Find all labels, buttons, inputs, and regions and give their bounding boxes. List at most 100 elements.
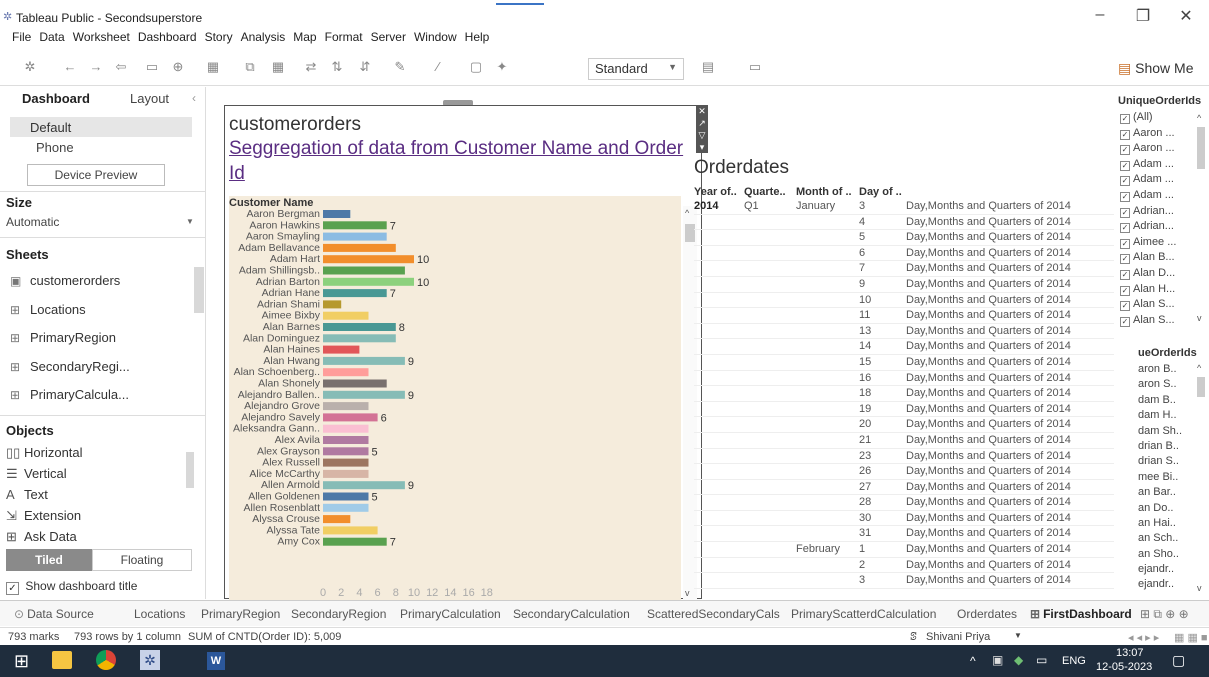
sheet-item[interactable]: ⊞ Locations	[10, 296, 200, 324]
tiled-button[interactable]: Tiled	[6, 549, 92, 571]
sort-asc-icon[interactable]: ⇅	[329, 59, 345, 75]
duplicate-icon[interactable]: ⧉	[242, 59, 258, 75]
table-row[interactable]: 31 Day,Months and Quarters of 2014	[694, 526, 1114, 543]
filter-item[interactable]: ✓ Aimee ...	[1120, 236, 1194, 252]
view-size-select[interactable]: Standard ▼	[588, 58, 684, 80]
table-row[interactable]: 5 Day,Months and Quarters of 2014	[694, 230, 1114, 246]
tray-app-icon[interactable]: ◆	[1014, 653, 1023, 667]
clock-date[interactable]: 12-05-2023	[1096, 661, 1152, 673]
scrollbar[interactable]: ^ v	[1196, 363, 1206, 593]
menu-item-server[interactable]: Server	[371, 30, 406, 44]
device-phone[interactable]: Phone	[36, 140, 74, 155]
notification-icon[interactable]: ▢	[1172, 652, 1185, 669]
table-row[interactable]: 7 Day,Months and Quarters of 2014	[694, 261, 1114, 277]
object-item[interactable]: ☰ Vertical	[6, 466, 67, 482]
tab-secondaryregion[interactable]: SecondaryRegion	[291, 607, 386, 621]
filter-item[interactable]: ✓ Adam ...	[1120, 158, 1194, 174]
device-default[interactable]: Default	[10, 117, 192, 137]
bar[interactable]	[323, 266, 405, 275]
tab-layout[interactable]: Layout	[130, 91, 169, 106]
filter-item[interactable]: ✓ Adrian...	[1120, 220, 1194, 236]
customerorders-subtitle[interactable]: Seggregation of data from Customer Name …	[229, 136, 699, 186]
tab-dashboard[interactable]: Dashboard	[22, 91, 90, 106]
tab-data-source[interactable]: ⊙ Data Source	[14, 607, 94, 621]
bar[interactable]	[323, 345, 360, 354]
header-year[interactable]: Year of..	[694, 186, 737, 198]
close-icon[interactable]: ✕	[1168, 6, 1204, 28]
bar[interactable]	[323, 492, 369, 501]
bar[interactable]	[323, 210, 351, 218]
table-row[interactable]: 30 Day,Months and Quarters of 2014	[694, 511, 1114, 527]
table-row[interactable]: 13 Day,Months and Quarters of 2014	[694, 324, 1114, 340]
sort-desc-icon[interactable]: ⇵	[357, 59, 373, 75]
scrollbar[interactable]	[194, 267, 204, 313]
sheet-item[interactable]: ▣ customerorders	[10, 267, 200, 295]
show-me-button[interactable]: ▤ Show Me	[1118, 60, 1193, 77]
tab-primarycalculation[interactable]: PrimaryCalculation	[400, 607, 501, 621]
menu-item-worksheet[interactable]: Worksheet	[73, 30, 130, 44]
bar[interactable]	[323, 390, 405, 399]
sheet-item[interactable]: ⊞ PrimaryRegion	[10, 324, 200, 352]
filter-item[interactable]: ✓ Adam ...	[1120, 173, 1194, 189]
filter-item[interactable]: ✓ Alan B...	[1120, 251, 1194, 267]
filter-item[interactable]: ✓ Adam ...	[1120, 189, 1194, 205]
bar[interactable]	[323, 503, 369, 512]
tray-app-icon[interactable]: ▣	[992, 653, 1003, 667]
filter-item[interactable]: ✓ Alan H...	[1120, 283, 1194, 299]
filter-item[interactable]: dam H..	[1138, 409, 1196, 424]
new-sheet-icon[interactable]: ▦	[205, 59, 221, 75]
object-item[interactable]: A Text	[6, 487, 48, 502]
swap-icon[interactable]: ⇄	[303, 59, 319, 75]
table-row[interactable]: 11 Day,Months and Quarters of 2014	[694, 308, 1114, 324]
more-options-icon[interactable]: ▾	[696, 141, 708, 153]
panel-tools[interactable]: ✕ ↗ ▽ ▾	[696, 105, 708, 153]
menu-item-analysis[interactable]: Analysis	[241, 30, 286, 44]
filter-item[interactable]: aron S..	[1138, 378, 1196, 393]
bar[interactable]	[323, 300, 342, 309]
table-row[interactable]: 3 Day,Months and Quarters of 2014	[694, 573, 1114, 589]
header-quarter[interactable]: Quarte..	[744, 186, 786, 198]
menu-item-story[interactable]: Story	[205, 30, 233, 44]
bar[interactable]	[323, 277, 414, 286]
windows-start-icon[interactable]: ⊞	[14, 651, 29, 672]
menu-item-map[interactable]: Map	[293, 30, 316, 44]
tab-primaryregion[interactable]: PrimaryRegion	[201, 607, 280, 621]
bar[interactable]	[323, 232, 387, 241]
user-menu[interactable]: Shivani Priya	[926, 631, 990, 643]
menu-item-data[interactable]: Data	[39, 30, 64, 44]
menu-item-window[interactable]: Window	[414, 30, 457, 44]
device-preview-button[interactable]: Device Preview	[27, 164, 165, 186]
table-row[interactable]: 23 Day,Months and Quarters of 2014	[694, 449, 1114, 465]
filter-item[interactable]: dam Sh..	[1138, 425, 1196, 440]
maximize-icon[interactable]: ❐	[1125, 6, 1161, 28]
filter-item[interactable]: ✓ Aaron ...	[1120, 127, 1194, 143]
filter-icon[interactable]: ▽	[696, 129, 708, 141]
filter-item[interactable]: ✓ Alan D...	[1120, 267, 1194, 283]
bar[interactable]	[323, 289, 387, 298]
tab-secondarycalculation[interactable]: SecondaryCalculation	[513, 607, 630, 621]
bar[interactable]	[323, 402, 369, 411]
filter-item[interactable]: ✓ Aaron ...	[1120, 142, 1194, 158]
filter-item[interactable]: ejandr..	[1138, 578, 1196, 593]
bar[interactable]	[323, 526, 378, 535]
table-row[interactable]: 4 Day,Months and Quarters of 2014	[694, 215, 1114, 231]
filter-item[interactable]: drian B..	[1138, 440, 1196, 455]
table-row[interactable]: 10 Day,Months and Quarters of 2014	[694, 293, 1114, 309]
bar[interactable]	[323, 413, 378, 422]
tab-locations[interactable]: Locations	[134, 607, 185, 621]
bar[interactable]	[323, 368, 369, 377]
collapse-icon[interactable]: ‹	[192, 91, 196, 105]
bar[interactable]	[323, 323, 396, 331]
page-nav-icon[interactable]: ◂ ◂ ▸ ▸	[1128, 631, 1159, 644]
filter-item[interactable]: dam B..	[1138, 394, 1196, 409]
table-row[interactable]: 16 Day,Months and Quarters of 2014	[694, 371, 1114, 387]
object-item[interactable]: ⊞ Ask Data	[6, 529, 77, 545]
table-row[interactable]: 6 Day,Months and Quarters of 2014	[694, 246, 1114, 262]
chrome-icon[interactable]	[96, 650, 116, 670]
sheet-item[interactable]: ⊞ PrimaryCalcula...	[10, 381, 200, 409]
word-icon[interactable]: W	[207, 652, 225, 670]
filter-item[interactable]: aron B..	[1138, 363, 1196, 378]
table-row[interactable]: 2014 Q1 January 3 Day,Months and Quarters of…	[694, 199, 1114, 215]
bar[interactable]	[323, 221, 387, 230]
object-item[interactable]: ⇲ Extension	[6, 508, 81, 524]
